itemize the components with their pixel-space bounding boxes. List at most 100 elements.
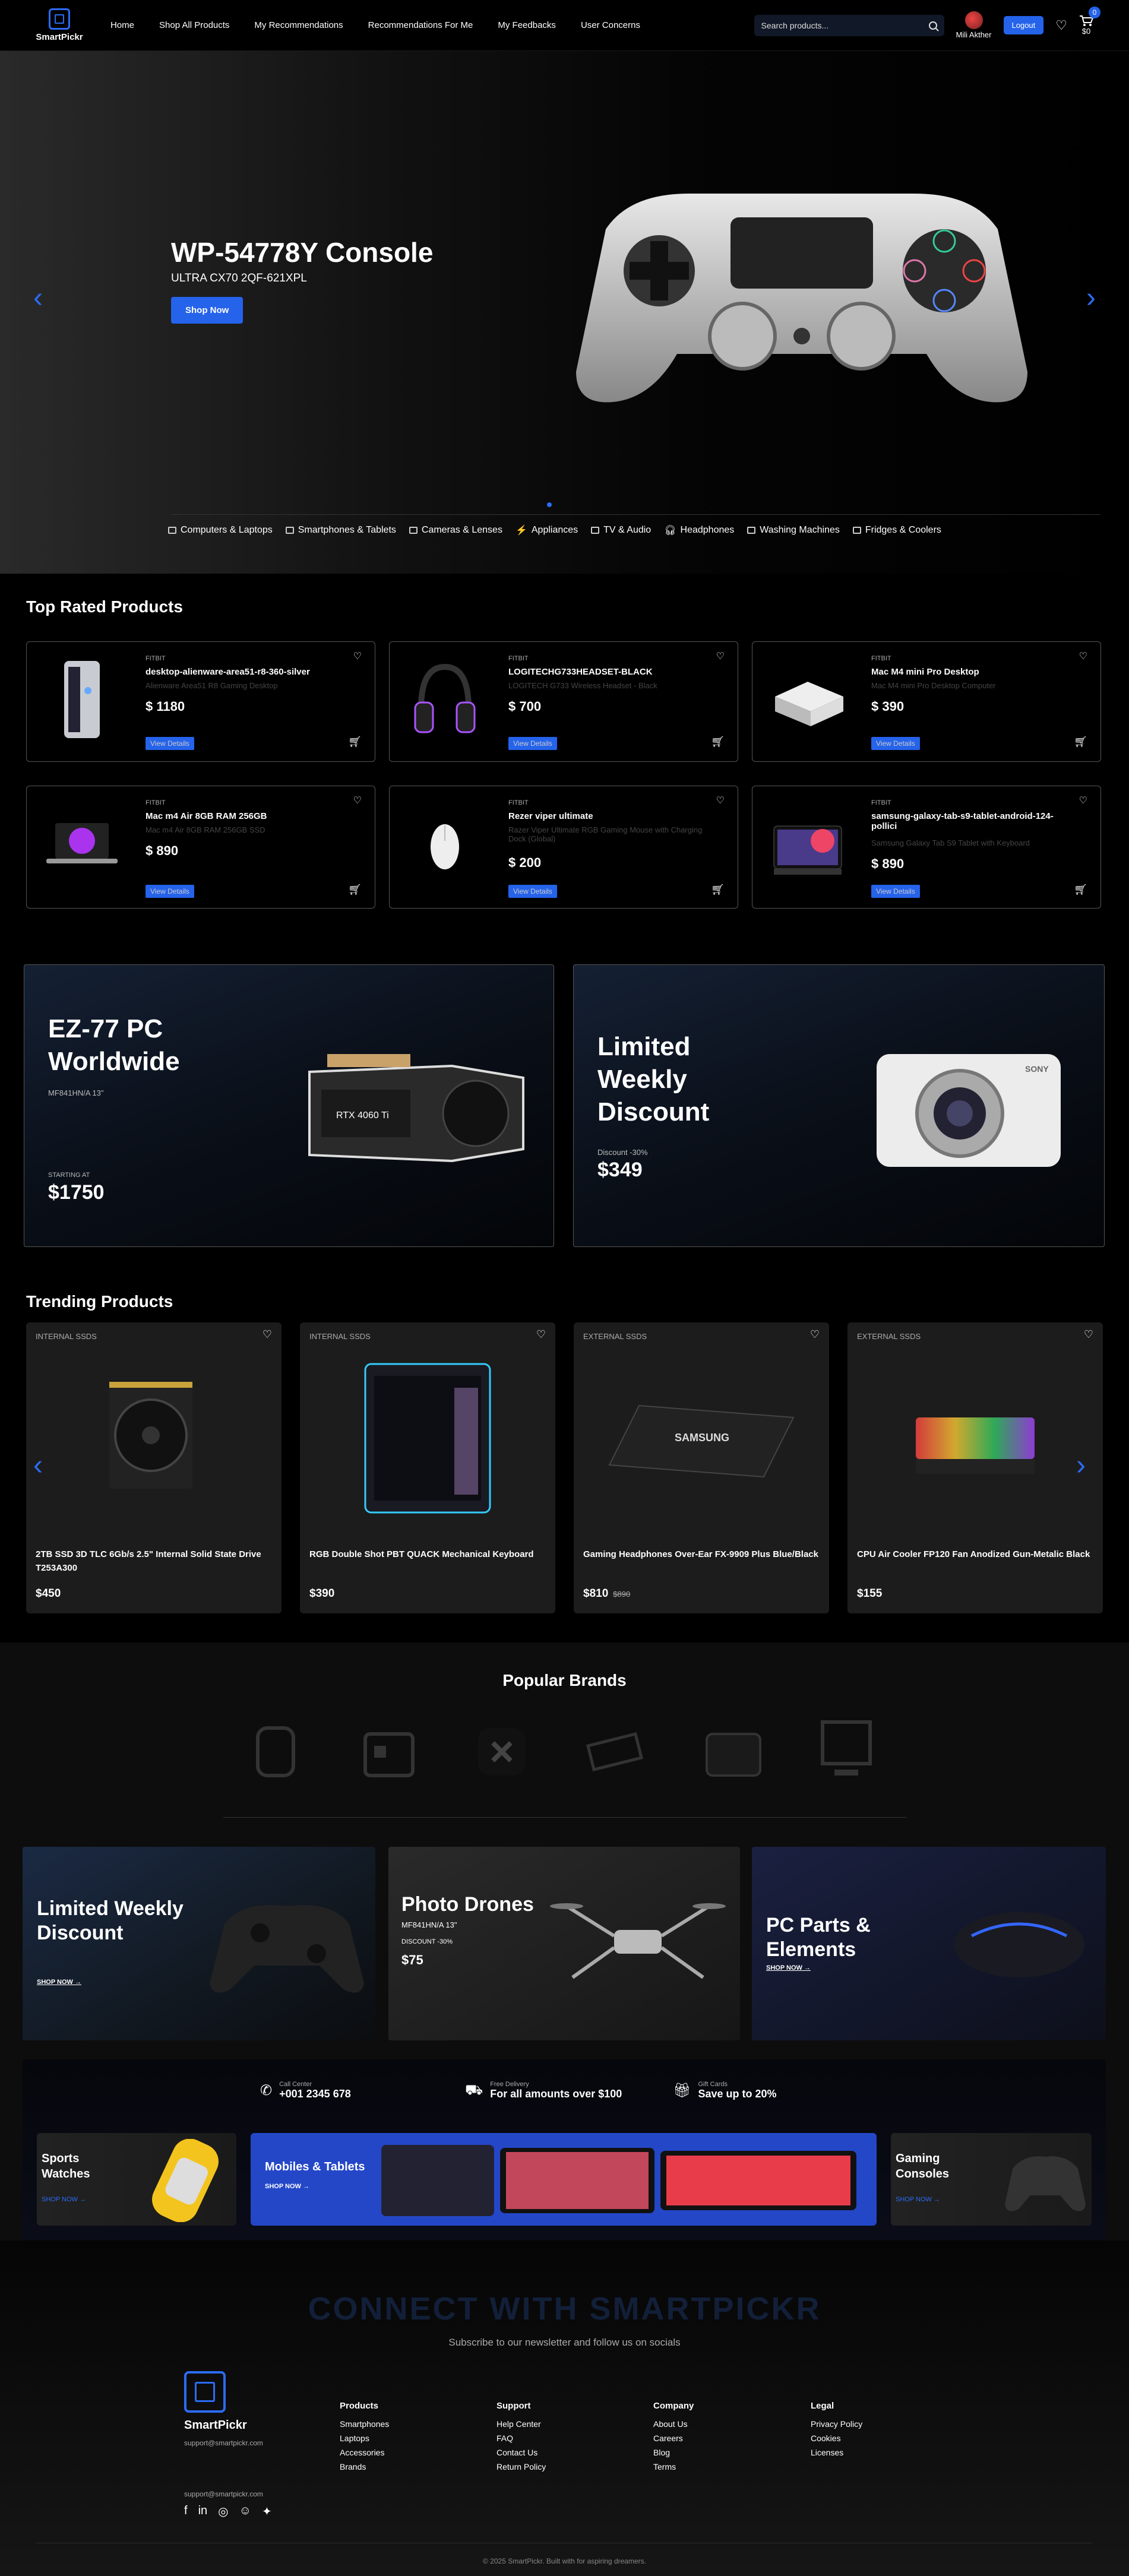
- wishlist-heart-icon[interactable]: ♡: [1055, 18, 1067, 33]
- banner-weekly-discount[interactable]: Limited Weekly Discount SHOP NOW →: [23, 1847, 375, 2040]
- add-to-cart-icon[interactable]: 🛒︎: [711, 884, 725, 896]
- footer-link[interactable]: About Us: [653, 2417, 694, 2431]
- shop-now-link[interactable]: SHOP NOW →: [766, 1964, 811, 1971]
- product-card[interactable]: FITBIT Mac M4 mini Pro Desktop Mac M4 mi…: [752, 641, 1101, 762]
- trending-name[interactable]: CPU Air Cooler FP120 Fan Anodized Gun-Me…: [857, 1548, 1095, 1562]
- banner-pc-parts[interactable]: PC Parts & Elements SHOP NOW →: [752, 1847, 1106, 2040]
- trending-name[interactable]: Gaming Headphones Over-Ear FX-9909 Plus …: [583, 1548, 821, 1562]
- product-name[interactable]: Rezer viper ultimate: [508, 811, 710, 821]
- nav-recommendations-for-me[interactable]: Recommendations For Me: [368, 20, 473, 30]
- trending-prev-arrow[interactable]: ‹: [33, 1449, 43, 1482]
- puzzle-brand-icon[interactable]: [469, 1716, 535, 1787]
- trending-card[interactable]: INTERNAL SSDS ♡ 2TB SSD 3D TLC 6Gb/s 2.5…: [26, 1322, 282, 1613]
- heart-icon[interactable]: ♡: [263, 1328, 272, 1341]
- shop-now-link[interactable]: SHOP NOW →: [37, 1979, 81, 1986]
- category-headphones[interactable]: 🎧︎ Headphones: [664, 524, 734, 536]
- user-profile[interactable]: Mili Akther: [956, 11, 992, 39]
- heart-icon[interactable]: ♡: [1079, 795, 1087, 806]
- footer-link[interactable]: FAQ: [496, 2431, 546, 2445]
- product-card[interactable]: FITBIT Rezer viper ultimate Razer Viper …: [389, 786, 738, 909]
- shop-now-link[interactable]: SHOP NOW →: [265, 2183, 309, 2190]
- view-details-button[interactable]: View Details: [871, 737, 920, 750]
- cart-button[interactable]: 0 $0: [1079, 7, 1100, 36]
- footer-email-repeat[interactable]: support@smartpickr.com: [184, 2490, 263, 2498]
- category-cameras[interactable]: Cameras & Lenses: [409, 524, 502, 536]
- heart-icon[interactable]: ♡: [716, 650, 725, 662]
- footer-link[interactable]: Licenses: [811, 2445, 862, 2460]
- product-card[interactable]: FITBIT LOGITECHG733HEADSET-BLACK LOGITEC…: [389, 641, 738, 762]
- footer-link[interactable]: Accessories: [340, 2445, 389, 2460]
- discord-icon[interactable]: ☺: [239, 2504, 251, 2519]
- banner-photo-drones[interactable]: Photo Drones MF841HN/A 13" DISCOUNT -30%…: [388, 1847, 740, 2040]
- footer-link[interactable]: Blog: [653, 2445, 694, 2460]
- footer-link[interactable]: Careers: [653, 2431, 694, 2445]
- linkedin-icon[interactable]: in: [198, 2504, 208, 2519]
- add-to-cart-icon[interactable]: 🛒︎: [711, 736, 725, 748]
- monitor-brand-icon[interactable]: [814, 1716, 879, 1787]
- keyboard-brand-icon[interactable]: [582, 1716, 647, 1787]
- footer-link[interactable]: Smartphones: [340, 2417, 389, 2431]
- add-to-cart-icon[interactable]: 🛒︎: [1074, 884, 1087, 896]
- promo-pc-worldwide[interactable]: EZ-77 PC Worldwide MF841HN/A 13" STARTIN…: [24, 964, 554, 1247]
- calendar-brand-icon[interactable]: [356, 1716, 422, 1787]
- slider-dot[interactable]: [547, 502, 552, 507]
- hero-next-arrow[interactable]: ›: [1086, 281, 1096, 314]
- footer-logo-icon[interactable]: [184, 2371, 226, 2413]
- trending-card[interactable]: EXTERNAL SSDS ♡ CPU Air Cooler FP120 Fan…: [847, 1322, 1103, 1613]
- product-name[interactable]: Mac M4 mini Pro Desktop: [871, 667, 1073, 677]
- category-computers[interactable]: Computers & Laptops: [168, 524, 273, 536]
- category-appliances[interactable]: ⚡ Appliances: [516, 524, 578, 536]
- view-details-button[interactable]: View Details: [508, 737, 557, 750]
- product-name[interactable]: samsung-galaxy-tab-s9-tablet-android-124…: [871, 811, 1073, 831]
- heart-icon[interactable]: ♡: [1084, 1328, 1093, 1341]
- view-details-button[interactable]: View Details: [146, 737, 194, 750]
- category-smartphones[interactable]: Smartphones & Tablets: [285, 524, 396, 536]
- mini-sports-watches[interactable]: Sports Watches SHOP NOW →: [37, 2133, 236, 2226]
- product-name[interactable]: desktop-alienware-area51-r8-360-silver: [146, 667, 347, 677]
- trending-card[interactable]: INTERNAL SSDS ♡ RGB Double Shot PBT QUAC…: [300, 1322, 555, 1613]
- footer-link[interactable]: Terms: [653, 2460, 694, 2474]
- footer-link[interactable]: Laptops: [340, 2431, 389, 2445]
- heart-icon[interactable]: ♡: [353, 650, 362, 662]
- view-details-button[interactable]: View Details: [871, 885, 920, 898]
- add-to-cart-icon[interactable]: 🛒︎: [1074, 736, 1087, 748]
- hero-prev-arrow[interactable]: ‹: [33, 281, 43, 314]
- promo-weekly-discount[interactable]: Limited Weekly Discount Discount -30% $3…: [573, 964, 1105, 1247]
- mini-mobiles-tablets[interactable]: Mobiles & Tablets SHOP NOW →: [251, 2133, 877, 2226]
- search-input[interactable]: Search products...: [754, 14, 944, 36]
- nav-home[interactable]: Home: [110, 20, 134, 30]
- heart-icon[interactable]: ♡: [1079, 650, 1087, 662]
- trending-next-arrow[interactable]: ›: [1076, 1449, 1086, 1482]
- shop-now-link[interactable]: SHOP NOW →: [42, 2196, 86, 2203]
- twitter-icon[interactable]: ✦: [262, 2504, 272, 2519]
- trending-name[interactable]: 2TB SSD 3D TLC 6Gb/s 2.5" Internal Solid…: [36, 1548, 273, 1575]
- heart-icon[interactable]: ♡: [810, 1328, 820, 1341]
- instagram-icon[interactable]: ◎: [218, 2504, 228, 2519]
- footer-link[interactable]: Privacy Policy: [811, 2417, 862, 2431]
- apple-tv-brand-icon[interactable]: [701, 1716, 766, 1787]
- hero-shop-now-button[interactable]: Shop Now: [171, 297, 243, 324]
- product-card[interactable]: FITBIT Mac m4 Air 8GB RAM 256GB Mac m4 A…: [26, 786, 375, 909]
- shop-now-link[interactable]: SHOP NOW →: [896, 2196, 940, 2203]
- footer-link[interactable]: Brands: [340, 2460, 389, 2474]
- footer-link[interactable]: Cookies: [811, 2431, 862, 2445]
- footer-link[interactable]: Contact Us: [496, 2445, 546, 2460]
- logo[interactable]: SmartPickr: [36, 8, 83, 42]
- category-fridges[interactable]: Fridges & Coolers: [852, 524, 941, 536]
- facebook-icon[interactable]: f: [184, 2504, 188, 2519]
- search-icon[interactable]: [928, 21, 937, 30]
- nav-my-recommendations[interactable]: My Recommendations: [254, 20, 343, 30]
- category-tv-audio[interactable]: TV & Audio: [591, 524, 651, 536]
- heart-icon[interactable]: ♡: [536, 1328, 546, 1341]
- product-name[interactable]: LOGITECHG733HEADSET-BLACK: [508, 667, 710, 677]
- footer-link[interactable]: Help Center: [496, 2417, 546, 2431]
- trending-card[interactable]: EXTERNAL SSDS ♡ SAMSUNG Gaming Headphone…: [574, 1322, 829, 1613]
- add-to-cart-icon[interactable]: 🛒︎: [348, 736, 362, 748]
- product-name[interactable]: Mac m4 Air 8GB RAM 256GB: [146, 811, 347, 821]
- view-details-button[interactable]: View Details: [508, 885, 557, 898]
- heart-icon[interactable]: ♡: [716, 795, 725, 806]
- smartwatch-brand-icon[interactable]: [243, 1716, 308, 1787]
- trending-name[interactable]: RGB Double Shot PBT QUACK Mechanical Key…: [309, 1548, 547, 1562]
- view-details-button[interactable]: View Details: [146, 885, 194, 898]
- product-card[interactable]: FITBIT samsung-galaxy-tab-s9-tablet-andr…: [752, 786, 1101, 909]
